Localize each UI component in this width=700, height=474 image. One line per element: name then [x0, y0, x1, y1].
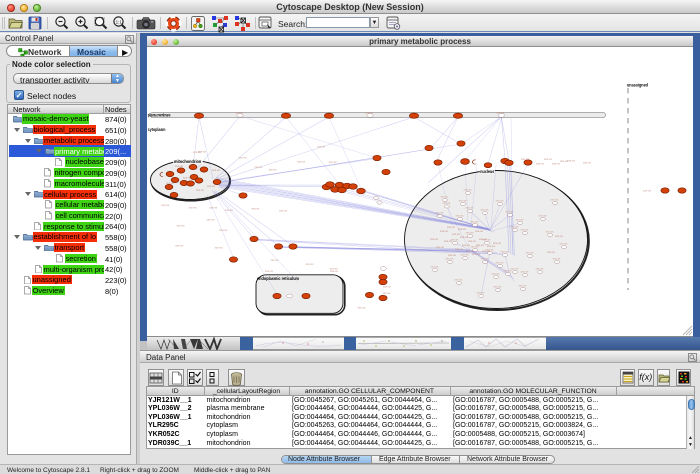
- svg-text:xxx-xx: xxx-xx: [504, 269, 513, 273]
- svg-text:xxx-xx: xxx-xx: [481, 257, 490, 261]
- svg-text:xxx-xx: xxx-xx: [519, 284, 528, 288]
- svg-text:xxx-xx: xxx-xx: [459, 199, 468, 203]
- svg-text:endoplasmic reticulum: endoplasmic reticulum: [257, 276, 299, 281]
- svg-text:xxx-xx: xxx-xx: [521, 270, 530, 274]
- svg-text:xxx-xx: xxx-xx: [494, 285, 503, 289]
- svg-text:xxx-xx: xxx-xx: [479, 237, 488, 241]
- svg-text:xxx-xx: xxx-xx: [365, 111, 374, 115]
- svg-text:1:1: 1:1: [116, 19, 123, 24]
- svg-text:xxx-xx: xxx-xx: [496, 261, 505, 265]
- svg-text:xxx-xx: xxx-xx: [196, 188, 205, 192]
- svg-text:xxx-xx: xxx-xx: [183, 176, 192, 180]
- svg-text:xxx-xx: xxx-xx: [553, 257, 562, 261]
- svg-text:xxx-xx: xxx-xx: [444, 239, 453, 243]
- svg-text:xxx-xx: xxx-xx: [448, 253, 457, 257]
- svg-text:xxx-xx: xxx-xx: [462, 243, 471, 247]
- svg-text:xxx-xx: xxx-xx: [297, 160, 306, 164]
- svg-text:xxx-xx: xxx-xx: [477, 291, 486, 295]
- svg-text:xxx-xx: xxx-xx: [539, 214, 548, 218]
- svg-text:xxx-xx: xxx-xx: [447, 225, 456, 229]
- svg-text:xxx-xx: xxx-xx: [358, 306, 367, 310]
- svg-text:xxx-xx: xxx-xx: [219, 228, 228, 232]
- svg-text:xxx-xx: xxx-xx: [501, 250, 510, 254]
- svg-text:xxx-xx: xxx-xx: [383, 285, 392, 289]
- svg-text:xxx-xx: xxx-xx: [161, 203, 170, 207]
- svg-text:xxx-xx: xxx-xx: [551, 198, 560, 202]
- svg-text:xxx-xx: xxx-xx: [209, 205, 218, 209]
- svg-text:xxx-xx: xxx-xx: [177, 224, 186, 228]
- svg-text:xxx-xx: xxx-xx: [567, 159, 576, 163]
- svg-text:xxx-xx: xxx-xx: [466, 249, 475, 253]
- svg-text:xxx-xx: xxx-xx: [471, 220, 480, 224]
- svg-text:xxx-xx: xxx-xx: [175, 164, 184, 168]
- svg-text:xxx-xx: xxx-xx: [511, 225, 520, 229]
- svg-text:xxx-xx: xxx-xx: [461, 253, 470, 257]
- svg-text:nucleus: nucleus: [480, 169, 495, 174]
- svg-text:plasma membrane: plasma membrane: [148, 112, 171, 117]
- svg-text:cytoplasm: cytoplasm: [148, 127, 166, 132]
- svg-text:xxx-xx: xxx-xx: [430, 237, 439, 241]
- svg-text:xxx-xx: xxx-xx: [251, 207, 260, 211]
- svg-text:xxx-xx: xxx-xx: [436, 245, 445, 249]
- svg-text:xxx-xx: xxx-xx: [265, 269, 274, 273]
- svg-text:xxx-xx: xxx-xx: [441, 195, 450, 199]
- svg-text:xxx-xx: xxx-xx: [492, 272, 501, 276]
- svg-text:xxx-xx: xxx-xx: [511, 267, 520, 271]
- svg-text:xxx-xx: xxx-xx: [458, 227, 467, 231]
- svg-text:xxx-xx: xxx-xx: [330, 266, 339, 270]
- svg-text:xxx-xx: xxx-xx: [455, 247, 464, 251]
- svg-text:xxx-xx: xxx-xx: [455, 278, 464, 282]
- svg-text:xxx-xx: xxx-xx: [329, 160, 338, 164]
- svg-text:xxx-xx: xxx-xx: [446, 257, 455, 261]
- svg-text:xxx-xx: xxx-xx: [175, 244, 184, 248]
- svg-text:xxx-xx: xxx-xx: [496, 199, 505, 203]
- svg-text:xxx-xx: xxx-xx: [493, 241, 502, 245]
- svg-text:xxx-xx: xxx-xx: [526, 251, 535, 255]
- svg-text:xxx-xx: xxx-xx: [544, 157, 553, 161]
- svg-text:xxx-xx: xxx-xx: [254, 165, 263, 169]
- svg-text:xxx-xx: xxx-xx: [560, 242, 569, 246]
- svg-text:xxx-xx: xxx-xx: [235, 111, 244, 115]
- svg-text:xxx-xx: xxx-xx: [536, 162, 545, 166]
- svg-text:xxx-xx: xxx-xx: [460, 235, 469, 239]
- svg-text:xxx-xx: xxx-xx: [516, 218, 525, 222]
- svg-text:xxx-xx: xxx-xx: [481, 208, 490, 212]
- svg-text:xxx-xx: xxx-xx: [212, 168, 221, 172]
- svg-text:xxx-xx: xxx-xx: [215, 246, 224, 250]
- svg-text:xxx-xx: xxx-xx: [198, 150, 207, 154]
- svg-text:xxx-xx: xxx-xx: [206, 217, 215, 221]
- svg-text:xxx-xx: xxx-xx: [536, 267, 545, 271]
- svg-text:xxx-xx: xxx-xx: [189, 205, 198, 209]
- svg-text:xxx-xx: xxx-xx: [436, 211, 445, 215]
- svg-text:xxx-xx: xxx-xx: [271, 258, 280, 262]
- svg-text:xxx-xx: xxx-xx: [239, 156, 248, 160]
- svg-text:xxx-xx: xxx-xx: [475, 229, 484, 233]
- svg-text:xxx-xx: xxx-xx: [383, 291, 392, 295]
- svg-text:xxx-xx: xxx-xx: [207, 184, 216, 188]
- svg-text:xxx-xx: xxx-xx: [431, 265, 440, 269]
- svg-text:xxx-xx: xxx-xx: [476, 243, 485, 247]
- svg-text:xxx-xx: xxx-xx: [440, 229, 449, 233]
- svg-text:xxx-xx: xxx-xx: [555, 234, 564, 238]
- svg-text:xxx-xx: xxx-xx: [306, 262, 315, 266]
- svg-text:xxx-xx: xxx-xx: [482, 249, 491, 253]
- svg-text:xxx-xx: xxx-xx: [506, 210, 515, 214]
- svg-text:xxx-xx: xxx-xx: [521, 228, 530, 232]
- svg-text:xxx-xx: xxx-xx: [443, 201, 452, 205]
- svg-text:xxx-xx: xxx-xx: [521, 157, 530, 161]
- svg-text:xxx-xx: xxx-xx: [225, 208, 234, 212]
- svg-text:xxx-xx: xxx-xx: [547, 250, 556, 254]
- svg-text:xxx-xx: xxx-xx: [269, 167, 278, 171]
- svg-text:xxx-xx: xxx-xx: [496, 111, 505, 115]
- svg-text:xxx-xx: xxx-xx: [464, 188, 473, 192]
- svg-text:xxx-xx: xxx-xx: [546, 230, 555, 234]
- svg-text:xxx-xx: xxx-xx: [583, 161, 592, 165]
- svg-text:xxx-xx: xxx-xx: [466, 206, 475, 210]
- svg-text:xxx-xx: xxx-xx: [279, 208, 288, 212]
- svg-text:unassigned: unassigned: [627, 83, 648, 88]
- svg-text:xxx-xx: xxx-xx: [456, 214, 465, 218]
- svg-text:xxx-xx: xxx-xx: [643, 189, 652, 193]
- svg-text:xxx-xx: xxx-xx: [166, 181, 175, 185]
- svg-text:xxx-xx: xxx-xx: [317, 144, 326, 148]
